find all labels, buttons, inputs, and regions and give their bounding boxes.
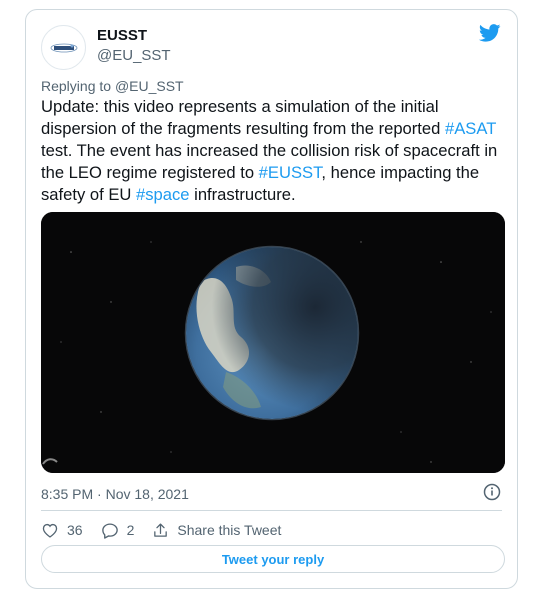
share-button[interactable]: Share this Tweet [152, 522, 281, 539]
reply-count: 2 [126, 522, 135, 538]
tweet-text: Update: this video represents a simulati… [41, 96, 511, 206]
tweet-actions: 36 2 Share this Tweet [41, 519, 299, 541]
tweet-your-reply-button[interactable]: Tweet your reply [41, 545, 505, 573]
divider [41, 510, 502, 511]
heart-icon [42, 523, 58, 538]
twitter-bird-icon[interactable] [478, 24, 501, 47]
replying-handle[interactable]: @EU_SST [115, 78, 184, 94]
eusst-logo [50, 43, 77, 52]
earth-simulation-frame [41, 212, 505, 473]
author-name[interactable]: EUSST [97, 27, 147, 44]
avatar[interactable] [41, 25, 86, 70]
replying-to: Replying to @EU_SST [41, 78, 184, 94]
hashtag-eusst[interactable]: #EUSST [259, 163, 322, 182]
like-count: 36 [67, 522, 83, 538]
tweet-text-part: Update: this video represents a simulati… [41, 97, 445, 138]
author-handle[interactable]: @EU_SST [97, 47, 171, 64]
hashtag-space[interactable]: #space [136, 185, 190, 204]
video-player[interactable] [41, 212, 505, 473]
tweet-timestamp[interactable]: 8:35 PM · Nov 18, 2021 [41, 486, 189, 502]
info-icon[interactable] [483, 483, 501, 506]
like-button[interactable]: 36 [41, 522, 83, 538]
share-icon [154, 522, 168, 537]
reply-icon [101, 522, 118, 539]
tweet-text-part: infrastructure. [189, 185, 296, 204]
tweet-card: EUSST @EU_SST Replying to @EU_SST Update… [25, 9, 518, 589]
share-label: Share this Tweet [177, 522, 282, 538]
tweet-your-reply-label: Tweet your reply [221, 551, 325, 567]
replying-prefix: Replying to [41, 78, 115, 94]
reply-button[interactable]: 2 [101, 522, 135, 539]
hashtag-asat[interactable]: #ASAT [445, 119, 496, 138]
